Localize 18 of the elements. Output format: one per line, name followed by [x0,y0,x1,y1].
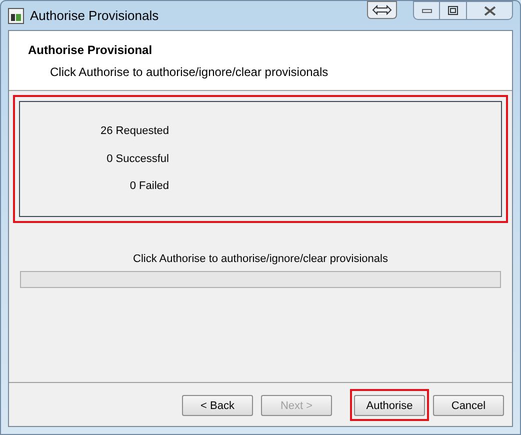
minimize-button[interactable] [413,1,440,20]
dialog-button[interactable]: Authorise [354,395,425,416]
summary-line: 0 Failed [128,179,169,194]
dialog-button[interactable]: Cancel [433,395,504,416]
resize-icon[interactable] [367,0,397,18]
app-logo-icon [8,8,24,24]
progress-label: Click Authorise to authorise/ignore/clear provisionals [133,252,388,267]
header-title: Authorise Provisional [28,42,154,59]
close-button[interactable] [467,1,513,20]
dialog-button[interactable]: < Back [182,395,253,416]
maximize-icon [448,6,458,15]
maximize-button[interactable] [440,1,467,20]
header-subtitle: Click Authorise to authorise/ignore/clear provisionals [49,64,330,81]
summary-line: 26 Requested [100,124,169,139]
summary-line: 0 Successful [106,152,169,166]
minimize-icon [422,8,432,12]
close-icon [484,6,496,16]
window-title: Authorise Provisionals [30,6,159,25]
